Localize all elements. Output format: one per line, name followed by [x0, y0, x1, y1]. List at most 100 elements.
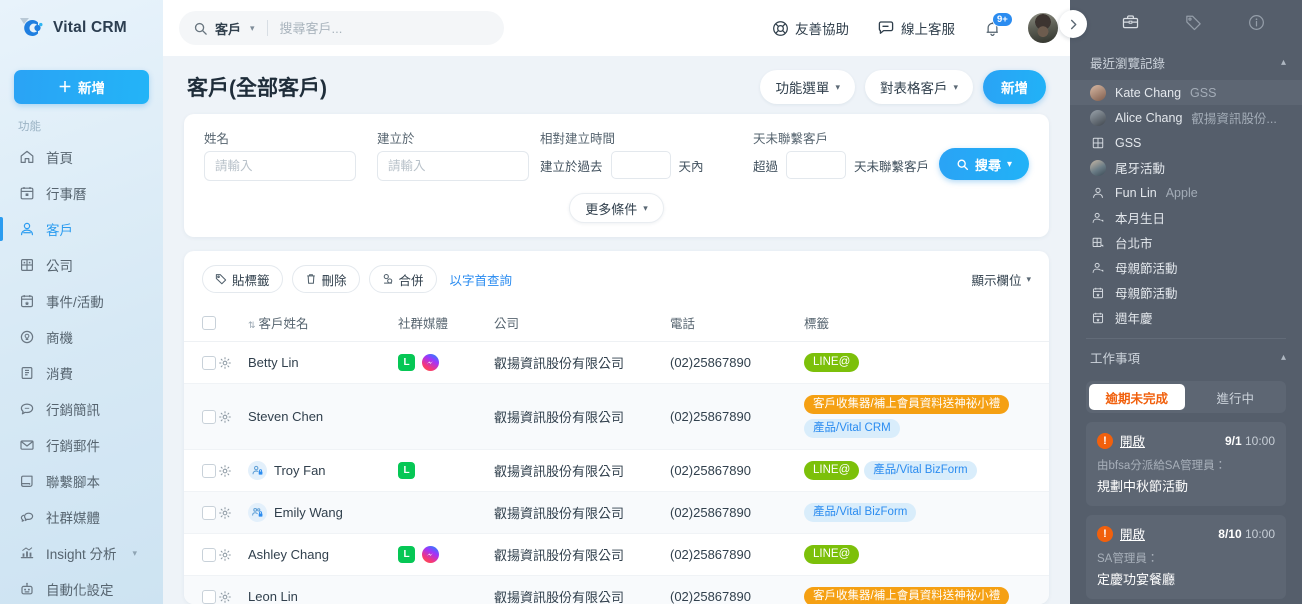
table-customers-button[interactable]: 對表格客戶 ▾ [865, 70, 973, 104]
merge-button[interactable]: 合併 [369, 265, 437, 293]
table-row[interactable]: Ashley Chang L 叡揚資訊股份有限公司 [184, 534, 1049, 576]
gear-icon[interactable] [218, 548, 248, 562]
customer-name[interactable]: Troy Fan [248, 461, 398, 480]
briefcase-icon[interactable] [1121, 13, 1140, 32]
status-badge[interactable]: 客戶收集器/補上會員資料送神祕小禮 [804, 587, 1009, 604]
delete-button[interactable]: 刪除 [292, 265, 360, 293]
sidebar-item-insight[interactable]: Insight 分析 ▾ [0, 535, 163, 571]
sort-icon[interactable]: ⇅ [248, 320, 255, 330]
status-badge[interactable]: LINE@ [804, 461, 859, 480]
tab-in-progress[interactable]: 進行中 [1188, 384, 1284, 410]
tab-overdue[interactable]: 逾期未完成 [1089, 384, 1185, 410]
friendly-help-button[interactable]: 友善協助 [772, 18, 849, 38]
sidebar-item-consumption[interactable]: 消費 [0, 355, 163, 391]
recent-item-anniversary[interactable]: 週年慶 [1070, 305, 1302, 330]
sidebar-item-home[interactable]: 首頁 [0, 139, 163, 175]
search-scope-label[interactable]: 客戶 [215, 19, 241, 38]
add-tag-button[interactable]: 貼標籤 [202, 265, 283, 293]
display-columns-button[interactable]: 顯示欄位 ▾ [971, 270, 1031, 289]
gear-icon[interactable] [218, 506, 248, 520]
row-checkbox[interactable] [202, 410, 216, 424]
task-status-link[interactable]: 開啟 [1120, 431, 1145, 450]
customer-name[interactable]: Leon Lin [248, 589, 398, 604]
filter-name-input[interactable] [204, 151, 356, 181]
status-badge[interactable]: 產品/Vital BizForm [804, 503, 916, 522]
sidebar-item-customer[interactable]: 客戶 [0, 211, 163, 247]
sidebar-item-social[interactable]: 社群媒體 [0, 499, 163, 535]
task-status-link[interactable]: 開啟 [1120, 524, 1145, 543]
status-badge[interactable]: LINE@ [804, 353, 859, 372]
sidebar-item-opportunity[interactable]: 商機 [0, 319, 163, 355]
panel-toggle-button[interactable] [1059, 10, 1087, 38]
recent-item-mothers-day-event[interactable]: 母親節活動 [1070, 280, 1302, 305]
chevron-up-icon[interactable]: ▴ [1281, 57, 1286, 68]
table-row[interactable]: Leon Lin 叡揚資訊股份有限公司 (02)25867890 客戶收集器/補… [184, 576, 1049, 604]
info-icon[interactable] [1247, 13, 1266, 32]
table-row[interactable]: Troy Fan L 叡揚資訊股份有限公司 (02)25867890 [184, 450, 1049, 492]
filter-relative-days-input[interactable] [611, 151, 671, 179]
user-avatar[interactable] [1028, 13, 1058, 43]
row-checkbox[interactable] [202, 356, 216, 370]
recent-item-birthday-this-month[interactable]: 本月生日 [1070, 205, 1302, 230]
task-card[interactable]: ! 開啟 8/10 10:00 SA管理員： 定慶功宴餐廳 [1086, 515, 1286, 599]
sidebar-item-calendar[interactable]: 行事曆 [0, 175, 163, 211]
line-icon[interactable]: L [398, 462, 415, 479]
customer-name[interactable]: Emily Wang [248, 503, 398, 522]
table-row[interactable]: Emily Wang 叡揚資訊股份有限公司 (02)25867890 產品/Vi… [184, 492, 1049, 534]
sidebar-item-script[interactable]: 聯繫腳本 [0, 463, 163, 499]
select-all-checkbox[interactable] [202, 316, 216, 330]
sidebar-item-email[interactable]: 行銷郵件 [0, 427, 163, 463]
function-menu-button[interactable]: 功能選單 ▾ [760, 70, 855, 104]
status-badge[interactable]: LINE@ [804, 545, 859, 564]
recent-records-header[interactable]: 最近瀏覽記錄 ▴ [1070, 44, 1302, 80]
search-submit-button[interactable]: 搜尋 ▾ [939, 148, 1029, 180]
recent-item-mothers-day-group[interactable]: 母親節活動 [1070, 255, 1302, 280]
online-support-button[interactable]: 線上客服 [877, 18, 955, 38]
task-card[interactable]: ! 開啟 9/1 10:00 由bfsa分派給SA管理員： 規劃中秋節活動 [1086, 422, 1286, 506]
row-checkbox[interactable] [202, 590, 216, 604]
gear-icon[interactable] [218, 464, 248, 478]
gear-icon[interactable] [218, 590, 248, 604]
status-badge[interactable]: 客戶收集器/補上會員資料送神祕小禮 [804, 395, 1009, 414]
chevron-up-icon[interactable]: ▴ [1281, 352, 1286, 363]
sidebar-item-company[interactable]: 公司 [0, 247, 163, 283]
recent-item-kate-chang[interactable]: Kate Chang GSS [1070, 80, 1302, 105]
tag-icon[interactable] [1184, 13, 1203, 32]
search-input[interactable] [280, 21, 490, 36]
recent-item-year-end-party[interactable]: 尾牙活動 [1070, 155, 1302, 180]
messenger-icon[interactable] [422, 354, 439, 371]
line-icon[interactable]: L [398, 354, 415, 371]
gear-icon[interactable] [218, 410, 248, 424]
name-header[interactable]: ⇅客戶姓名 [248, 305, 398, 342]
row-checkbox[interactable] [202, 548, 216, 562]
status-badge[interactable]: 產品/Vital BizForm [864, 461, 976, 480]
customer-name[interactable]: Ashley Chang [248, 547, 398, 562]
filter-uncontacted-days-input[interactable] [786, 151, 846, 179]
chevron-down-icon[interactable]: ▾ [250, 23, 255, 34]
sidebar-item-automation[interactable]: 自動化設定 [0, 571, 163, 604]
gear-icon[interactable] [218, 356, 248, 370]
messenger-icon[interactable] [422, 546, 439, 563]
notifications-button[interactable]: 9+ [983, 19, 1002, 38]
status-badge[interactable]: 產品/Vital CRM [804, 419, 900, 438]
sidebar-item-event[interactable]: 事件/活動 [0, 283, 163, 319]
recent-item-taipei-city[interactable]: 台北市 [1070, 230, 1302, 255]
table-row[interactable]: Steven Chen 叡揚資訊股份有限公司 (02)25867890 客戶收集… [184, 384, 1049, 450]
initial-query-link[interactable]: 以字首查詢 [450, 270, 513, 289]
row-checkbox[interactable] [202, 506, 216, 520]
customer-name[interactable]: Betty Lin [248, 355, 398, 370]
more-conditions-button[interactable]: 更多條件 ▾ [569, 193, 664, 223]
global-search[interactable]: 客戶 ▾ [179, 11, 504, 45]
tasks-header[interactable]: 工作事項 ▴ [1070, 339, 1302, 375]
add-button[interactable]: ＋ 新增 [14, 70, 149, 104]
line-icon[interactable]: L [398, 546, 415, 563]
recent-item-alice-chang[interactable]: Alice Chang 叡揚資訊股份... [1070, 105, 1302, 130]
row-checkbox[interactable] [202, 464, 216, 478]
customer-name[interactable]: Steven Chen [248, 409, 398, 424]
filter-created-input[interactable] [377, 151, 529, 181]
recent-item-fun-lin[interactable]: Fun Lin Apple [1070, 180, 1302, 205]
sidebar-item-sms[interactable]: 行銷簡訊 [0, 391, 163, 427]
create-customer-button[interactable]: 新增 [983, 70, 1046, 104]
table-row[interactable]: Betty Lin L 叡揚資訊股份有限公司 [184, 342, 1049, 384]
recent-item-gss[interactable]: GSS [1070, 130, 1302, 155]
